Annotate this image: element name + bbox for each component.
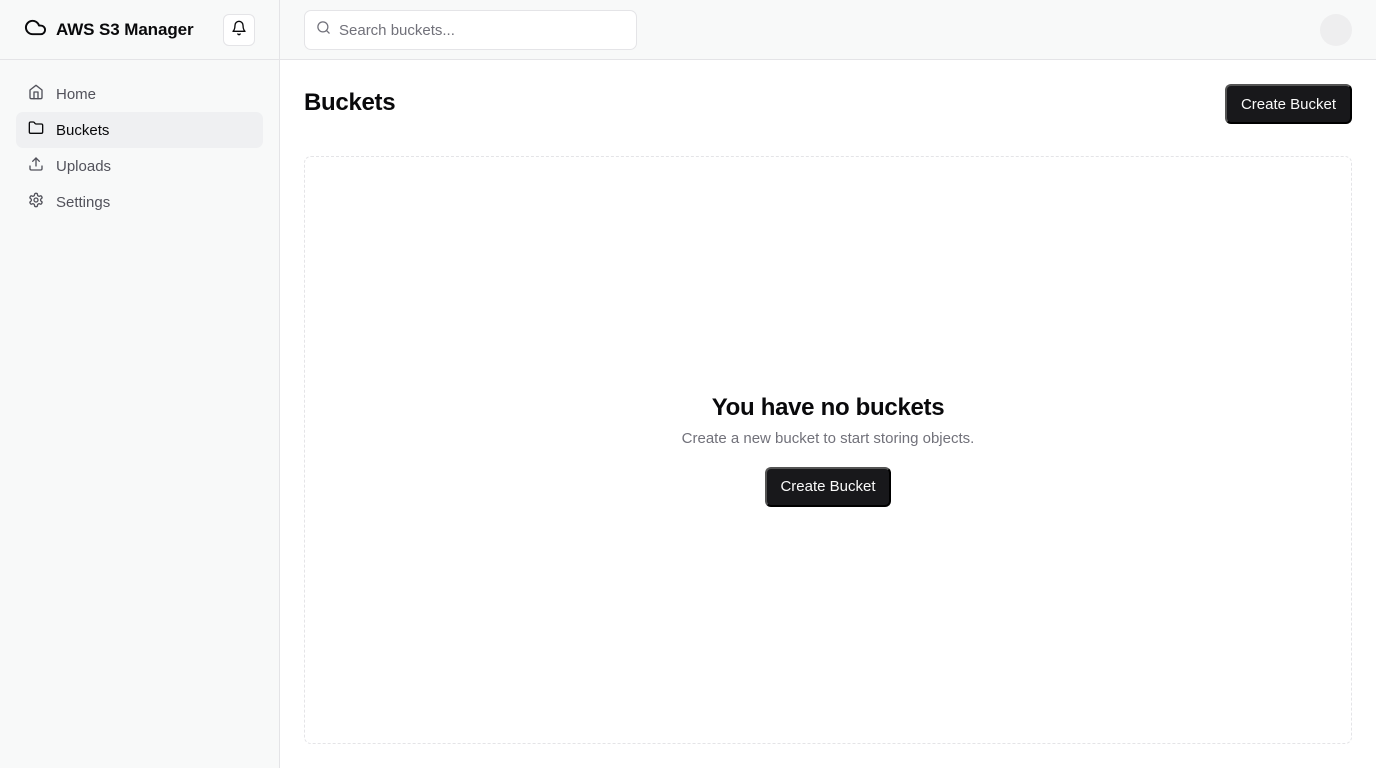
sidebar-item-buckets[interactable]: Buckets bbox=[16, 112, 263, 148]
sidebar-item-label: Buckets bbox=[56, 121, 110, 139]
create-bucket-button[interactable]: Create Bucket bbox=[1225, 84, 1352, 124]
upload-icon bbox=[28, 156, 44, 176]
cloud-icon bbox=[24, 16, 47, 44]
home-icon bbox=[28, 84, 44, 104]
sidebar-header: AWS S3 Manager bbox=[0, 0, 279, 60]
bell-icon bbox=[231, 20, 247, 41]
sidebar-item-home[interactable]: Home bbox=[16, 76, 263, 112]
folder-icon bbox=[28, 120, 44, 140]
search-icon bbox=[316, 20, 331, 40]
notifications-button[interactable] bbox=[223, 14, 255, 46]
empty-state-panel: You have no buckets Create a new bucket … bbox=[304, 156, 1352, 744]
user-avatar[interactable] bbox=[1320, 14, 1352, 46]
empty-state-create-bucket-button[interactable]: Create Bucket bbox=[765, 466, 891, 507]
sidebar-item-label: Home bbox=[56, 85, 97, 103]
sidebar: AWS S3 Manager Home Buckets Uploads Sett… bbox=[0, 0, 280, 768]
sidebar-nav: Home Buckets Uploads Settings bbox=[0, 60, 279, 236]
empty-state-subtitle: Create a new bucket to start storing obj… bbox=[681, 429, 975, 447]
sidebar-item-label: Settings bbox=[56, 193, 111, 211]
app-title: AWS S3 Manager bbox=[56, 19, 194, 39]
sidebar-item-uploads[interactable]: Uploads bbox=[16, 148, 263, 184]
page-title: Buckets bbox=[304, 89, 396, 116]
brand[interactable]: AWS S3 Manager bbox=[24, 16, 194, 44]
sidebar-item-settings[interactable]: Settings bbox=[16, 184, 263, 220]
search-box[interactable] bbox=[304, 10, 637, 50]
sidebar-item-label: Uploads bbox=[56, 157, 112, 175]
search-input[interactable] bbox=[339, 21, 619, 39]
topbar bbox=[280, 0, 1376, 60]
gear-icon bbox=[28, 192, 44, 212]
empty-state-title: You have no buckets bbox=[711, 393, 945, 421]
